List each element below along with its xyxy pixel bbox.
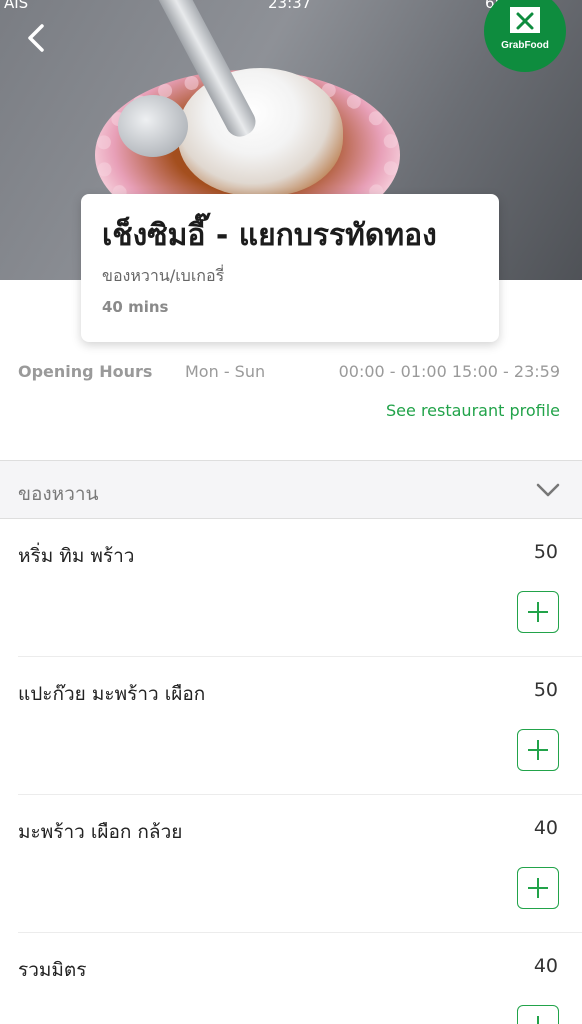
plus-icon [528,878,548,898]
add-item-button[interactable] [517,867,559,909]
menu-item-name: รวมมิตร [18,959,87,981]
menu-item-price: 50 [533,541,558,563]
menu-item[interactable]: หริ่ม ทิม พร้าว 50 [0,519,582,657]
plus-icon [528,740,548,760]
add-item-button[interactable] [517,591,559,633]
restaurant-info-card: เช็งซิมอี๊ - แยกบรรทัดทอง ของหวาน/เบเกอร… [81,194,499,342]
menu-item-price: 40 [533,955,558,977]
menu-section-title: ของหวาน [18,483,99,505]
carrier-label: AIS [4,0,29,12]
grabfood-bag-icon [510,7,540,33]
menu-section-header[interactable]: ของหวาน [0,460,582,519]
shaved-ice [178,68,343,196]
opening-hours-label: Opening Hours [18,362,153,381]
opening-days: Mon - Sun [185,362,266,381]
add-item-button[interactable] [517,729,559,771]
menu-item[interactable]: รวมมิตร 40 [0,933,582,1024]
restaurant-name: เช็งซิมอี๊ - แยกบรรทัดทอง [102,218,437,253]
menu-item-name: มะพร้าว เผือก กล้วย [18,821,183,843]
menu-item[interactable]: มะพร้าว เผือก กล้วย 40 [0,795,582,933]
menu-item-name: หริ่ม ทิม พร้าว [18,545,135,567]
menu-item[interactable]: แปะก๊วย มะพร้าว เผือก 50 [0,657,582,795]
menu-item-price: 50 [533,679,558,701]
back-button[interactable] [18,18,58,58]
menu-item-name: แปะก๊วย มะพร้าว เผือก [18,683,206,705]
spoon-head [118,95,188,157]
plus-icon [528,602,548,622]
grabfood-badge-label: GrabFood [501,40,549,51]
delivery-eta: 40 mins [102,298,169,316]
back-chevron-icon [28,24,44,52]
restaurant-category: ของหวาน/เบเกอรี่ [102,266,225,285]
opening-times: 00:00 - 01:00 15:00 - 23:59 [338,362,560,381]
clock: 23:37 [268,0,312,12]
add-item-button[interactable] [517,1005,559,1024]
opening-hours-row: Opening Hours Mon - Sun 00:00 - 01:00 15… [0,362,582,384]
see-restaurant-profile-link[interactable]: See restaurant profile [386,401,560,420]
menu-item-price: 40 [533,817,558,839]
chevron-down-icon [534,479,562,501]
plus-icon [537,1016,539,1024]
